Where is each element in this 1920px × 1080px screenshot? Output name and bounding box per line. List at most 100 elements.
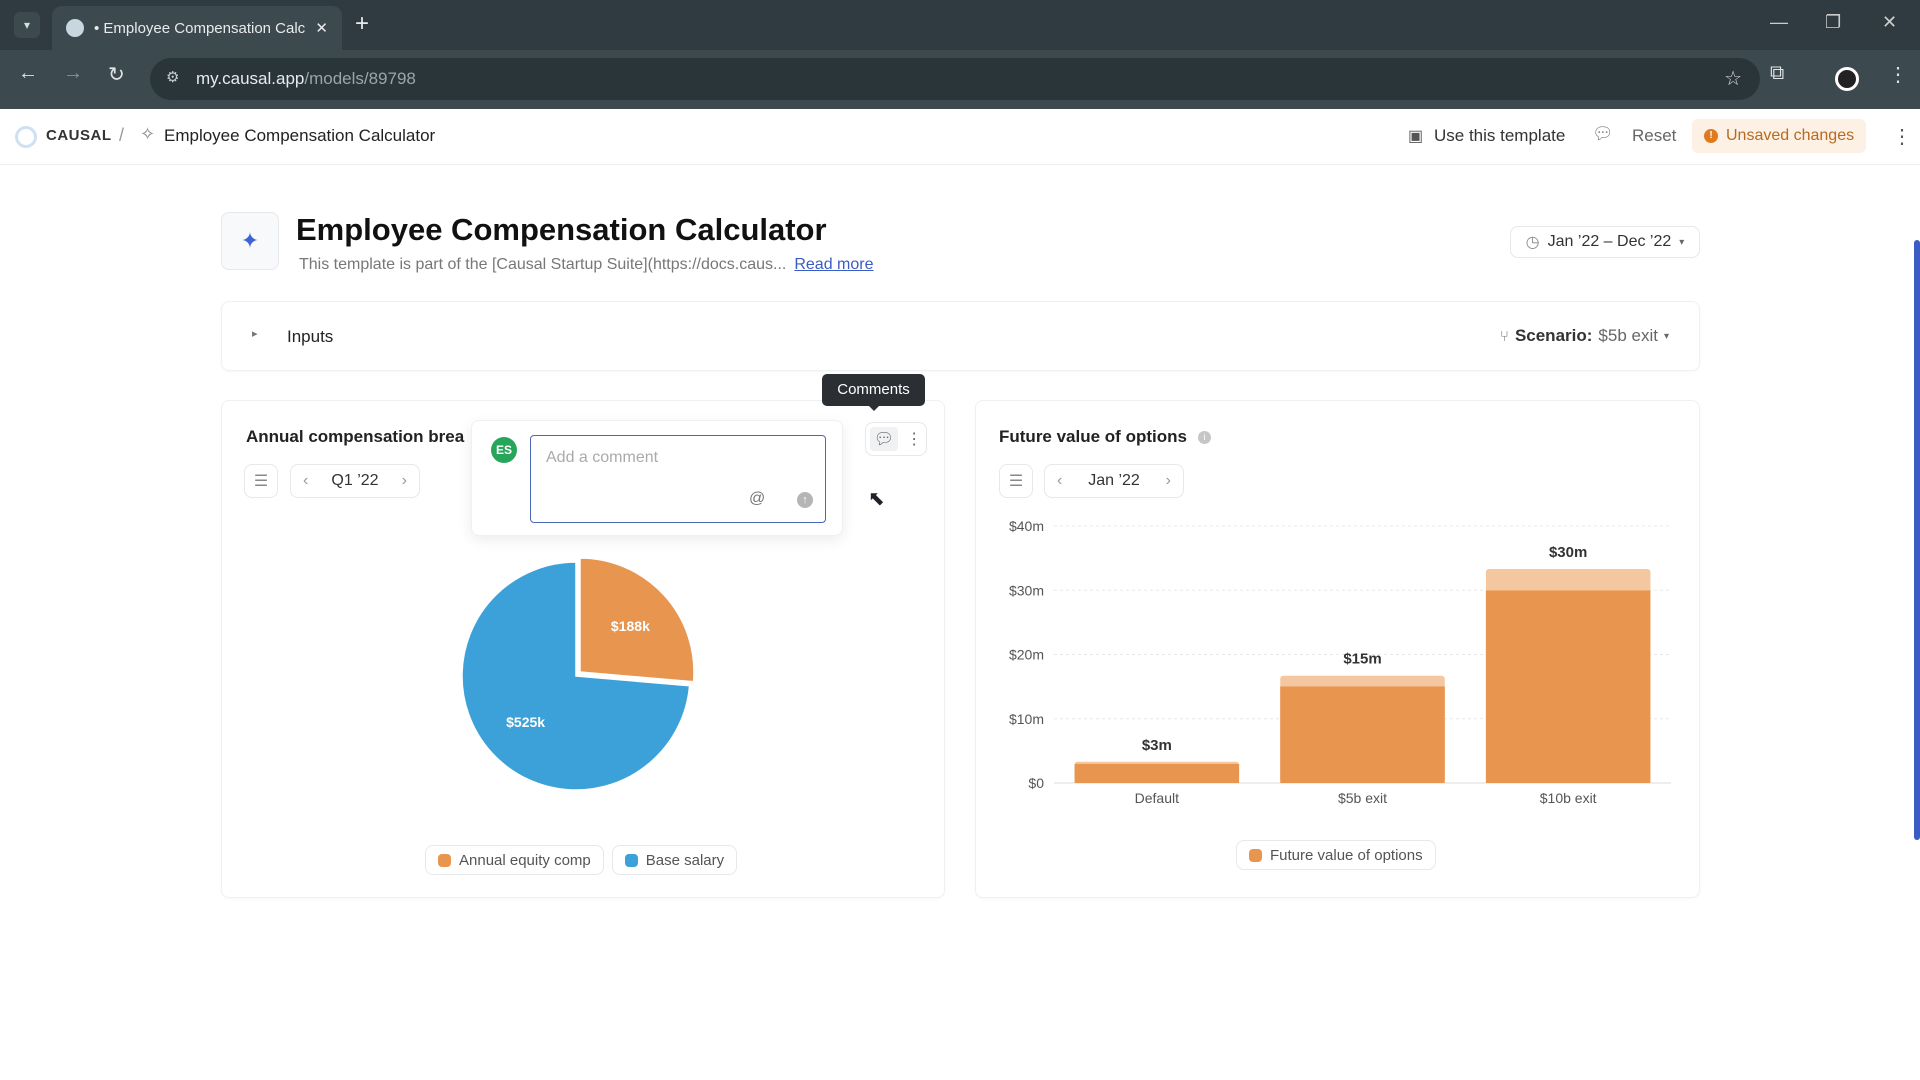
clock-icon: ◷ bbox=[1525, 234, 1540, 251]
tooltip-arrow bbox=[867, 404, 881, 411]
new-tab-button[interactable]: + bbox=[355, 10, 369, 38]
url-path: /models/89798 bbox=[304, 69, 416, 88]
y-tick-label: $0 bbox=[1028, 775, 1044, 791]
chart-actions: 💬︎ ⋮ bbox=[865, 422, 927, 456]
slice-label: $188k bbox=[611, 618, 650, 634]
bar[interactable] bbox=[1280, 686, 1445, 783]
mouse-cursor-icon: ⬉ bbox=[868, 488, 885, 510]
next-period-icon[interactable]: › bbox=[1166, 472, 1171, 490]
more-menu-icon[interactable]: ⋮ bbox=[1892, 124, 1912, 149]
warning-icon: ! bbox=[1704, 129, 1718, 143]
url-input[interactable]: ⚙ my.causal.app/models/89798 ☆ bbox=[150, 58, 1760, 100]
breadcrumb-separator: / bbox=[119, 125, 125, 145]
comments-tooltip: Comments bbox=[822, 374, 925, 406]
user-avatar: ES bbox=[491, 437, 517, 463]
legend-item-equity[interactable]: Annual equity comp bbox=[425, 845, 604, 875]
scenario-value: $5b exit bbox=[1598, 326, 1658, 345]
page-scrollbar[interactable] bbox=[1914, 240, 1920, 840]
mention-button[interactable]: @ bbox=[749, 490, 765, 508]
menu-icon[interactable]: ☰ bbox=[244, 464, 278, 498]
bar-chart: $0 $10m $20m $30m $40m $3m Default $15m $5b exit… bbox=[1009, 518, 1671, 806]
bar[interactable] bbox=[1074, 763, 1240, 783]
legend-item-options[interactable]: Future value of options bbox=[1236, 840, 1436, 870]
legend-swatch bbox=[438, 853, 451, 867]
expand-chevron-icon[interactable]: ▸ bbox=[252, 327, 258, 340]
inputs-section: ▸ Inputs ⑂ Scenario: $5b exit ▾ bbox=[221, 301, 1700, 371]
slice-label: $525k bbox=[506, 714, 545, 730]
inputs-toggle[interactable]: Inputs bbox=[287, 327, 333, 347]
y-tick-label: $20m bbox=[1009, 647, 1044, 663]
prev-period-icon[interactable]: ‹ bbox=[1057, 472, 1062, 490]
browser-menu-icon[interactable]: ⋮ bbox=[1888, 62, 1908, 87]
x-tick-label: Default bbox=[1135, 790, 1179, 806]
menu-icon[interactable]: ☰ bbox=[999, 464, 1033, 498]
back-icon[interactable]: ← bbox=[18, 62, 38, 85]
forward-icon[interactable]: → bbox=[63, 62, 83, 85]
bar[interactable] bbox=[1485, 590, 1651, 783]
prev-period-icon[interactable]: ‹ bbox=[303, 472, 308, 490]
unsaved-changes-badge[interactable]: ! Unsaved changes bbox=[1692, 119, 1866, 153]
restore-button[interactable]: ❐ bbox=[1825, 12, 1841, 33]
close-tab-icon[interactable]: ✕ bbox=[315, 19, 328, 37]
browser-tab[interactable]: • Employee Compensation Calc ✕ bbox=[52, 6, 342, 50]
next-period-icon[interactable]: › bbox=[402, 472, 407, 490]
legend-label: Base salary bbox=[645, 851, 725, 869]
bar-chart-card: Future value of options i ☰ ‹ Jan ’22 › … bbox=[975, 400, 1700, 898]
x-tick-label: $5b exit bbox=[1338, 790, 1387, 806]
extensions-icon[interactable]: ⧉ bbox=[1770, 62, 1784, 85]
breadcrumb-model[interactable]: Employee Compensation Calculator bbox=[164, 126, 435, 146]
chart-title: Future value of options bbox=[999, 427, 1187, 446]
address-bar-row: ← → ↻ ⚙ my.causal.app/models/89798 ☆ ⧉ ⋮ bbox=[0, 50, 1920, 109]
comments-icon[interactable]: 💬︎ bbox=[869, 427, 899, 451]
site-info-icon[interactable]: ⚙ bbox=[166, 68, 179, 86]
sparkle-icon: ✧ bbox=[140, 124, 156, 144]
profile-avatar[interactable] bbox=[1835, 67, 1859, 91]
copy-template-icon: ▣ bbox=[1408, 128, 1424, 145]
chevron-down-icon: ▾ bbox=[1663, 330, 1669, 342]
more-options-icon[interactable]: ⋮ bbox=[906, 429, 922, 449]
minimize-button[interactable]: — bbox=[1770, 12, 1788, 33]
bar-value-label: $30m bbox=[1549, 544, 1587, 561]
info-icon[interactable]: i bbox=[1198, 431, 1211, 444]
comment-popover: ES Add a comment @ ↑ bbox=[471, 420, 843, 536]
page-title: Employee Compensation Calculator bbox=[296, 212, 827, 247]
browser-tab-bar: ▾ • Employee Compensation Calc ✕ + — ❐ ✕ bbox=[0, 0, 1920, 50]
branch-icon: ⑂ bbox=[1499, 327, 1509, 345]
date-range-label: Jan ’22 – Dec ’22 bbox=[1547, 233, 1672, 250]
bar-value-label: $3m bbox=[1142, 737, 1172, 754]
legend-label: Annual equity comp bbox=[459, 851, 591, 869]
pie-chart: $188k $525k bbox=[462, 557, 695, 791]
comments-icon[interactable]: 💬︎ bbox=[1592, 124, 1614, 144]
unsaved-label: Unsaved changes bbox=[1726, 127, 1855, 144]
use-template-button[interactable]: Use this template bbox=[1434, 126, 1565, 146]
page-description: This template is part of the [Causal Sta… bbox=[299, 256, 874, 274]
x-tick-label: $10b exit bbox=[1540, 790, 1597, 806]
tab-list-button[interactable]: ▾ bbox=[14, 12, 40, 38]
pie-legend: Annual equity comp Base salary bbox=[425, 845, 738, 875]
period-navigator: ‹ Jan ’22 › bbox=[1044, 464, 1184, 498]
brand-name[interactable]: CAUSAL bbox=[46, 127, 112, 144]
close-window-button[interactable]: ✕ bbox=[1882, 12, 1897, 33]
causal-logo-icon bbox=[15, 126, 37, 148]
reload-icon[interactable]: ↻ bbox=[108, 62, 125, 87]
legend-label: Future value of options bbox=[1270, 846, 1423, 864]
comment-input[interactable]: Add a comment @ ↑ bbox=[530, 435, 826, 523]
reset-button[interactable]: Reset bbox=[1632, 126, 1676, 146]
y-tick-label: $40m bbox=[1009, 518, 1044, 534]
bookmark-star-icon[interactable]: ☆ bbox=[1724, 66, 1742, 91]
bar-value-label: $15m bbox=[1343, 651, 1381, 668]
app-header: CAUSAL / ✧ Employee Compensation Calcula… bbox=[0, 109, 1920, 165]
period-label: Jan ’22 bbox=[1088, 472, 1140, 489]
scenario-label: Scenario: bbox=[1514, 326, 1593, 345]
date-range-picker[interactable]: ◷ Jan ’22 – Dec ’22 ▾ bbox=[1510, 226, 1700, 258]
tab-title: • Employee Compensation Calc bbox=[94, 19, 306, 37]
read-more-link[interactable]: Read more bbox=[794, 256, 873, 274]
chevron-down-icon: ▾ bbox=[1679, 236, 1685, 248]
model-icon[interactable]: ✦ bbox=[221, 212, 279, 270]
period-navigator: ‹ Q1 ’22 › bbox=[290, 464, 420, 498]
y-tick-label: $10m bbox=[1009, 711, 1044, 727]
description-text: This template is part of the [Causal Sta… bbox=[299, 256, 787, 273]
send-arrow-icon[interactable]: ↑ bbox=[797, 492, 813, 508]
legend-item-salary[interactable]: Base salary bbox=[611, 845, 738, 875]
scenario-selector[interactable]: ⑂ Scenario: $5b exit ▾ bbox=[1500, 326, 1669, 346]
